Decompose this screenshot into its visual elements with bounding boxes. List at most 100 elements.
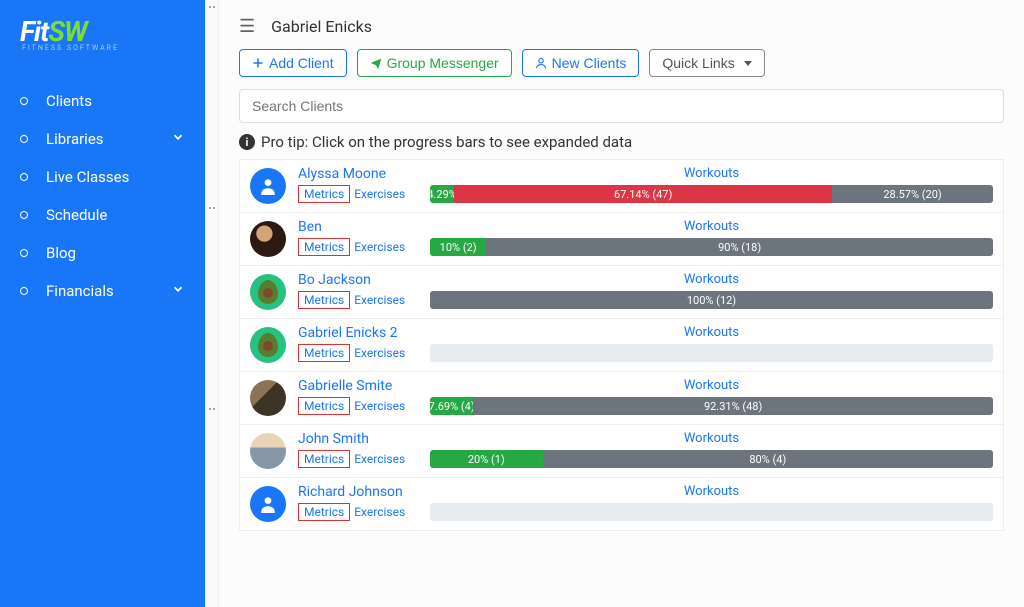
user-icon — [259, 495, 277, 513]
client-name[interactable]: Ben — [298, 219, 418, 235]
client-name[interactable]: Alyssa Moone — [298, 166, 418, 182]
avatar[interactable] — [250, 380, 286, 416]
avatar[interactable] — [250, 168, 286, 204]
exercises-link[interactable]: Exercises — [354, 187, 405, 201]
progress-bar[interactable]: 100% (12) — [430, 291, 993, 309]
client-links: Metrics Exercises — [298, 503, 418, 521]
logo-subtitle: FITNESS SOFTWARE — [22, 44, 185, 52]
workouts-link[interactable]: Workouts — [430, 484, 993, 499]
client-row: John Smith Metrics Exercises Workouts 20… — [239, 425, 1004, 478]
nav-item-schedule[interactable]: Schedule — [0, 196, 205, 234]
toolbar: Add Client Group Messenger New Clients Q… — [219, 49, 1024, 89]
exercises-link[interactable]: Exercises — [354, 505, 405, 519]
client-name[interactable]: John Smith — [298, 431, 418, 447]
exercises-link[interactable]: Exercises — [354, 293, 405, 307]
client-progress: Workouts 4.29%67.14% (47)28.57% (20) — [430, 166, 993, 203]
client-progress: Workouts 10% (2)90% (18) — [430, 219, 993, 256]
progress-segment — [430, 344, 993, 362]
nav-item-libraries[interactable]: Libraries — [0, 120, 205, 158]
workouts-link[interactable]: Workouts — [430, 272, 993, 287]
workouts-link[interactable]: Workouts — [430, 378, 993, 393]
client-name[interactable]: Bo Jackson — [298, 272, 418, 288]
nav-item-live-classes[interactable]: Live Classes — [0, 158, 205, 196]
client-links: Metrics Exercises — [298, 397, 418, 415]
client-row: Richard Johnson Metrics Exercises Workou… — [239, 478, 1004, 531]
plus-icon — [252, 57, 264, 69]
nav: Clients Libraries Live Classes Schedule Blog… — [0, 72, 205, 320]
svg-text:i: i — [246, 136, 249, 149]
client-row: Bo Jackson Metrics Exercises Workouts 10… — [239, 266, 1004, 319]
user-icon — [535, 57, 547, 69]
metrics-link[interactable]: Metrics — [298, 503, 350, 521]
search — [239, 89, 1004, 123]
add-client-button[interactable]: Add Client — [239, 49, 347, 77]
nav-bullet-icon — [20, 173, 28, 181]
progress-segment: 20% (1) — [430, 450, 543, 468]
client-name[interactable]: Richard Johnson — [298, 484, 418, 500]
progress-bar[interactable]: 4.29%67.14% (47)28.57% (20) — [430, 185, 993, 203]
workouts-link[interactable]: Workouts — [430, 431, 993, 446]
progress-segment: 28.57% (20) — [832, 185, 993, 203]
metrics-link[interactable]: Metrics — [298, 450, 350, 468]
progress-bar[interactable] — [430, 344, 993, 362]
avatar[interactable] — [250, 433, 286, 469]
client-row: Gabrielle Smite Metrics Exercises Workou… — [239, 372, 1004, 425]
workouts-link[interactable]: Workouts — [430, 219, 993, 234]
client-links: Metrics Exercises — [298, 291, 418, 309]
metrics-link[interactable]: Metrics — [298, 344, 350, 362]
hamburger-icon[interactable]: ☰ — [239, 16, 255, 37]
client-name[interactable]: Gabriel Enicks 2 — [298, 325, 418, 341]
exercises-link[interactable]: Exercises — [354, 240, 405, 254]
avatar[interactable] — [250, 486, 286, 522]
nav-item-financials[interactable]: Financials — [0, 272, 205, 310]
client-progress: Workouts 100% (12) — [430, 272, 993, 309]
user-name: Gabriel Enicks — [271, 17, 372, 36]
exercises-link[interactable]: Exercises — [354, 399, 405, 413]
progress-segment: 7.69% (4) — [430, 397, 473, 415]
progress-bar[interactable]: 20% (1)80% (4) — [430, 450, 993, 468]
nav-bullet-icon — [20, 135, 28, 143]
avocado-icon — [258, 333, 278, 357]
client-info: Richard Johnson Metrics Exercises — [298, 484, 418, 521]
chevron-down-icon — [171, 282, 185, 300]
progress-bar[interactable] — [430, 503, 993, 521]
exercises-link[interactable]: Exercises — [354, 452, 405, 466]
progress-segment: 10% (2) — [430, 238, 486, 256]
progress-bar[interactable]: 10% (2)90% (18) — [430, 238, 993, 256]
client-progress: Workouts 20% (1)80% (4) — [430, 431, 993, 468]
sidebar: FitSW FITNESS SOFTWARE Clients Libraries L… — [0, 0, 205, 607]
new-clients-button[interactable]: New Clients — [522, 49, 640, 77]
client-progress: Workouts 7.69% (4)92.31% (48) — [430, 378, 993, 415]
client-progress: Workouts — [430, 325, 993, 362]
nav-bullet-icon — [20, 97, 28, 105]
client-name[interactable]: Gabrielle Smite — [298, 378, 418, 394]
main: ☰ Gabriel Enicks Add Client Group Messen… — [219, 0, 1024, 607]
progress-segment: 92.31% (48) — [473, 397, 993, 415]
progress-segment: 100% (12) — [430, 291, 993, 309]
quick-links-button[interactable]: Quick Links — [649, 49, 764, 77]
nav-item-clients[interactable]: Clients — [0, 82, 205, 120]
logo[interactable]: FitSW FITNESS SOFTWARE — [0, 15, 205, 72]
workouts-link[interactable]: Workouts — [430, 166, 993, 181]
metrics-link[interactable]: Metrics — [298, 397, 350, 415]
nav-label: Libraries — [46, 130, 104, 148]
progress-segment: 90% (18) — [486, 238, 993, 256]
search-input[interactable] — [239, 89, 1004, 123]
exercises-link[interactable]: Exercises — [354, 346, 405, 360]
metrics-link[interactable]: Metrics — [298, 185, 350, 203]
avatar[interactable] — [250, 327, 286, 363]
group-messenger-button[interactable]: Group Messenger — [357, 49, 512, 77]
drag-handle[interactable] — [205, 0, 219, 607]
metrics-link[interactable]: Metrics — [298, 291, 350, 309]
nav-item-blog[interactable]: Blog — [0, 234, 205, 272]
avatar[interactable] — [250, 221, 286, 257]
avatar[interactable] — [250, 274, 286, 310]
metrics-link[interactable]: Metrics — [298, 238, 350, 256]
client-info: Gabrielle Smite Metrics Exercises — [298, 378, 418, 415]
progress-bar[interactable]: 7.69% (4)92.31% (48) — [430, 397, 993, 415]
client-row: Alyssa Moone Metrics Exercises Workouts … — [239, 159, 1004, 213]
nav-label: Schedule — [46, 206, 107, 224]
client-progress: Workouts — [430, 484, 993, 521]
workouts-link[interactable]: Workouts — [430, 325, 993, 340]
progress-segment — [430, 503, 993, 521]
